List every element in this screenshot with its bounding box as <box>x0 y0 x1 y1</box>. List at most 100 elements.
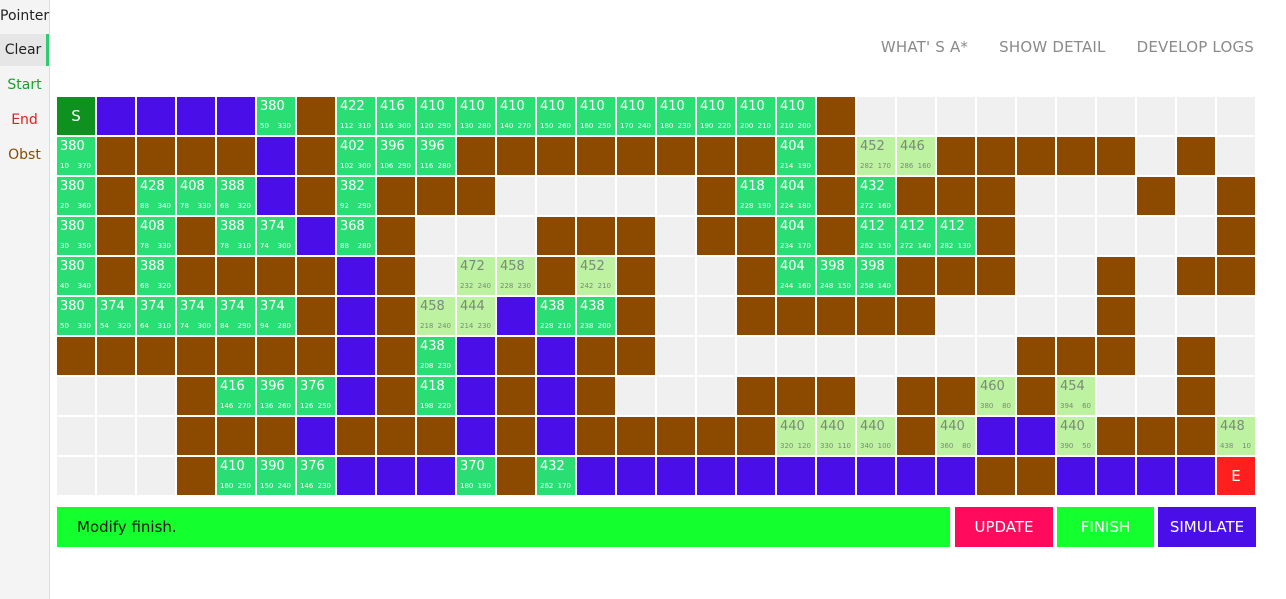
closed-cell[interactable] <box>257 137 297 177</box>
wall-cell[interactable] <box>257 337 297 377</box>
frontier-cell[interactable]: 440 330 110 <box>817 417 857 457</box>
open-cell[interactable]: 410 120 290 <box>417 97 457 137</box>
empty-cell[interactable] <box>137 457 177 497</box>
empty-cell[interactable] <box>657 217 697 257</box>
wall-cell[interactable] <box>937 137 977 177</box>
empty-cell[interactable] <box>1057 217 1097 257</box>
show-detail-link[interactable]: SHOW DETAIL <box>999 38 1105 56</box>
empty-cell[interactable] <box>457 217 497 257</box>
empty-cell[interactable] <box>697 257 737 297</box>
wall-cell[interactable] <box>777 297 817 337</box>
open-cell[interactable]: 412 282 130 <box>937 217 977 257</box>
closed-cell[interactable] <box>257 177 297 217</box>
wall-cell[interactable] <box>577 137 617 177</box>
empty-cell[interactable] <box>857 97 897 137</box>
wall-cell[interactable] <box>937 177 977 217</box>
empty-cell[interactable] <box>697 337 737 377</box>
wall-cell[interactable] <box>577 217 617 257</box>
closed-cell[interactable] <box>137 97 177 137</box>
open-cell[interactable]: 396 136 260 <box>257 377 297 417</box>
wall-cell[interactable] <box>817 97 857 137</box>
empty-cell[interactable] <box>1097 377 1137 417</box>
open-cell[interactable]: 374 74 300 <box>177 297 217 337</box>
wall-cell[interactable] <box>1097 257 1137 297</box>
open-cell[interactable]: 380 30 350 <box>57 217 97 257</box>
empty-cell[interactable] <box>1057 177 1097 217</box>
empty-cell[interactable] <box>1217 377 1257 417</box>
wall-cell[interactable] <box>697 217 737 257</box>
empty-cell[interactable] <box>97 457 137 497</box>
clear-tool[interactable]: Clear <box>0 34 49 66</box>
empty-cell[interactable] <box>97 417 137 457</box>
empty-cell[interactable] <box>1177 297 1217 337</box>
wall-cell[interactable] <box>1017 377 1057 417</box>
empty-cell[interactable] <box>737 337 777 377</box>
wall-cell[interactable] <box>457 177 497 217</box>
closed-cell[interactable] <box>337 257 377 297</box>
wall-cell[interactable] <box>57 337 97 377</box>
closed-cell[interactable] <box>937 457 977 497</box>
empty-cell[interactable] <box>1137 97 1177 137</box>
empty-cell[interactable] <box>817 337 857 377</box>
wall-cell[interactable] <box>537 217 577 257</box>
empty-cell[interactable] <box>1137 297 1177 337</box>
wall-cell[interactable] <box>97 257 137 297</box>
empty-cell[interactable] <box>937 97 977 137</box>
wall-cell[interactable] <box>897 417 937 457</box>
wall-cell[interactable] <box>177 257 217 297</box>
wall-cell[interactable] <box>617 337 657 377</box>
closed-cell[interactable] <box>457 377 497 417</box>
empty-cell[interactable] <box>697 377 737 417</box>
closed-cell[interactable] <box>577 457 617 497</box>
empty-cell[interactable] <box>57 457 97 497</box>
open-cell[interactable]: 412 272 140 <box>897 217 937 257</box>
wall-cell[interactable] <box>657 417 697 457</box>
wall-cell[interactable] <box>97 137 137 177</box>
wall-cell[interactable] <box>977 177 1017 217</box>
wall-cell[interactable] <box>737 137 777 177</box>
frontier-cell[interactable]: 440 390 50 <box>1057 417 1097 457</box>
wall-cell[interactable] <box>137 137 177 177</box>
wall-cell[interactable] <box>1217 257 1257 297</box>
empty-cell[interactable] <box>1217 137 1257 177</box>
empty-cell[interactable] <box>977 97 1017 137</box>
wall-cell[interactable] <box>737 257 777 297</box>
open-cell[interactable]: 438 228 210 <box>537 297 577 337</box>
wall-cell[interactable] <box>1017 457 1057 497</box>
wall-cell[interactable] <box>217 257 257 297</box>
wall-cell[interactable] <box>897 297 937 337</box>
wall-cell[interactable] <box>617 297 657 337</box>
frontier-cell[interactable]: 454 394 60 <box>1057 377 1097 417</box>
wall-cell[interactable] <box>737 217 777 257</box>
empty-cell[interactable] <box>57 417 97 457</box>
empty-cell[interactable] <box>417 217 457 257</box>
closed-cell[interactable] <box>1137 457 1177 497</box>
closed-cell[interactable] <box>777 457 817 497</box>
wall-cell[interactable] <box>497 417 537 457</box>
frontier-cell[interactable]: 472 232 240 <box>457 257 497 297</box>
wall-cell[interactable] <box>297 177 337 217</box>
open-cell[interactable]: 388 78 310 <box>217 217 257 257</box>
open-cell[interactable]: 388 68 320 <box>217 177 257 217</box>
wall-cell[interactable] <box>697 137 737 177</box>
empty-cell[interactable] <box>1217 297 1257 337</box>
frontier-cell[interactable]: 458 228 230 <box>497 257 537 297</box>
open-cell[interactable]: 380 20 360 <box>57 177 97 217</box>
wall-cell[interactable] <box>217 137 257 177</box>
wall-cell[interactable] <box>617 217 657 257</box>
open-cell[interactable]: 410 150 260 <box>537 97 577 137</box>
wall-cell[interactable] <box>417 177 457 217</box>
wall-cell[interactable] <box>1097 297 1137 337</box>
empty-cell[interactable] <box>417 257 457 297</box>
empty-cell[interactable] <box>617 377 657 417</box>
empty-cell[interactable] <box>657 377 697 417</box>
wall-cell[interactable] <box>457 137 497 177</box>
open-cell[interactable]: 388 68 320 <box>137 257 177 297</box>
wall-cell[interactable] <box>377 417 417 457</box>
wall-cell[interactable] <box>1177 137 1217 177</box>
empty-cell[interactable] <box>1097 217 1137 257</box>
closed-cell[interactable] <box>737 457 777 497</box>
empty-cell[interactable] <box>697 297 737 337</box>
wall-cell[interactable] <box>897 377 937 417</box>
wall-cell[interactable] <box>697 417 737 457</box>
